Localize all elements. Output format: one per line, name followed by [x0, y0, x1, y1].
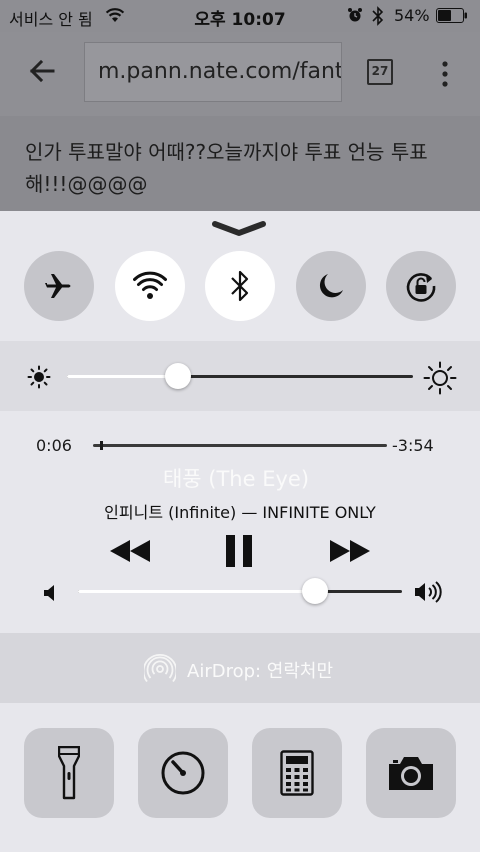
bluetooth-icon [231, 270, 249, 302]
previous-track-button[interactable] [106, 538, 154, 564]
browser-toolbar: m.pann.nate.com/fantalk 27 [0, 32, 480, 116]
rotation-lock-icon [406, 273, 436, 302]
back-arrow-icon[interactable] [27, 56, 57, 86]
url-field[interactable]: m.pann.nate.com/fantalk [84, 42, 342, 102]
volume-thumb[interactable] [301, 578, 328, 604]
airdrop-icon [144, 653, 176, 683]
do-not-disturb-toggle[interactable] [296, 251, 366, 321]
control-center: 0:06 -3:54 태풍 (The Eye) 인피니트 (Infinite) … [0, 211, 480, 852]
camera-icon [389, 757, 433, 790]
volume-low-icon [44, 585, 54, 601]
sun-large-icon [423, 361, 457, 395]
chevron-down-icon[interactable] [207, 218, 271, 240]
scrubber-track [93, 444, 387, 447]
rewind-icon [110, 540, 150, 562]
airdrop-label: AirDrop: 연락처만 [187, 661, 334, 682]
track-artist-album: 인피니트 (Infinite) — INFINITE ONLY [104, 503, 376, 522]
volume-fill [78, 590, 315, 593]
pause-button[interactable] [222, 534, 256, 568]
airplane-mode-toggle[interactable] [24, 251, 94, 321]
camera-button[interactable] [366, 728, 456, 818]
airdrop-button[interactable]: AirDrop: 연락처만 [0, 633, 480, 703]
wifi-icon [133, 271, 167, 299]
scrubber-playhead[interactable] [100, 441, 104, 450]
brightness-section [0, 341, 480, 411]
more-vertical-icon[interactable] [437, 59, 453, 89]
brightness-thumb[interactable] [164, 363, 191, 389]
remaining-time: -3:54 [392, 436, 434, 455]
rotation-lock-toggle[interactable] [386, 251, 456, 321]
bluetooth-icon [372, 6, 384, 26]
pause-icon [226, 535, 252, 567]
alarm-icon [348, 8, 362, 22]
airplane-icon [45, 274, 71, 298]
status-bar: 서비스 안 됨 오후 10:07 54% [0, 0, 480, 32]
battery-icon [436, 8, 467, 23]
moon-icon [319, 274, 343, 298]
now-playing: 0:06 -3:54 태풍 (The Eye) 인피니트 (Infinite) … [0, 412, 480, 632]
flashlight-button[interactable] [24, 728, 114, 818]
next-track-button[interactable] [326, 538, 374, 564]
battery-percent: 54% [394, 6, 430, 25]
volume-high-icon [415, 581, 442, 603]
timer-button[interactable] [138, 728, 228, 818]
calculator-icon [280, 750, 314, 796]
web-page-content: 인가 투표말야 어때??오늘까지야 투표 언능 투표해!!!@@@@ [0, 116, 480, 211]
tab-switcher-button[interactable]: 27 [367, 59, 393, 85]
track-title: 태풍 (The Eye) [162, 467, 310, 491]
fast-forward-icon [330, 540, 370, 562]
shortcut-row [0, 728, 480, 820]
timer-icon [161, 751, 205, 795]
toggle-row [0, 251, 480, 321]
page-body-text: 인가 투표말야 어때??오늘까지야 투표 언능 투표해!!!@@@@ [25, 140, 428, 196]
wifi-toggle[interactable] [115, 251, 185, 321]
calculator-button[interactable] [252, 728, 342, 818]
sun-small-icon [27, 365, 51, 389]
flashlight-icon [58, 746, 80, 800]
elapsed-time: 0:06 [36, 436, 72, 455]
brightness-fill [67, 375, 178, 378]
bluetooth-toggle[interactable] [205, 251, 275, 321]
